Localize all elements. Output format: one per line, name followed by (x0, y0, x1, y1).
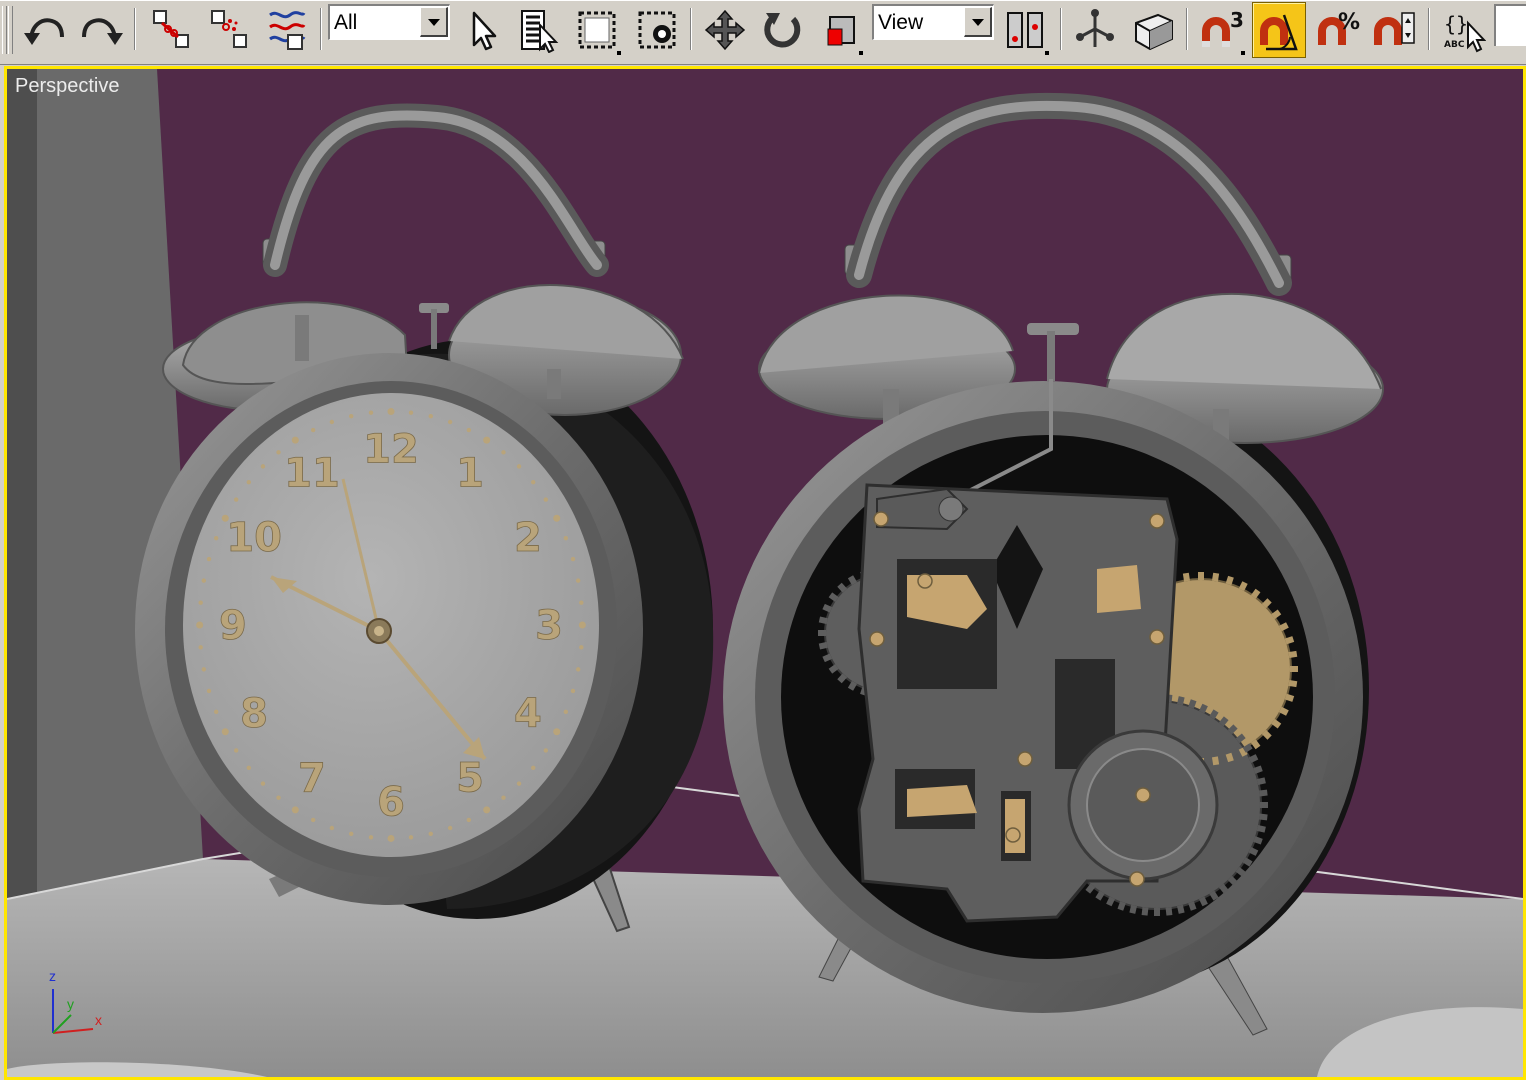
toolbar-separator-4 (1060, 8, 1062, 50)
hour-numeral: 8 (240, 691, 268, 737)
select-and-manipulate-button[interactable] (1068, 2, 1122, 58)
select-and-link-button[interactable] (144, 2, 198, 58)
named-selection-icon: {} ABC (1444, 12, 1486, 53)
selection-filter-value: All (334, 11, 358, 34)
hour-numeral: 3 (535, 603, 563, 649)
axis-z-label: z (49, 968, 56, 984)
keyboard-shortcut-override-button[interactable] (1126, 2, 1180, 58)
pivot-center-icon (1007, 12, 1043, 48)
main-toolbar: All View 3 % {} ABC (0, 0, 1526, 65)
spinner-snap-toggle-button[interactable] (1368, 2, 1422, 58)
reference-coordinate-system-value: View (878, 11, 924, 34)
viewport-label[interactable]: Perspective (15, 75, 120, 98)
hour-numeral: 9 (219, 603, 247, 649)
toolbar-separator-3 (690, 8, 692, 50)
unlink-icon (211, 10, 247, 48)
toolbar-separator-2 (320, 8, 322, 50)
svg-text:ABC: ABC (1444, 40, 1465, 50)
select-and-scale-button[interactable] (812, 2, 866, 58)
undo-button[interactable] (18, 2, 72, 58)
select-by-name-button[interactable] (512, 2, 566, 58)
spinner-snap-icon (1374, 12, 1415, 45)
rect-region-icon (578, 11, 616, 49)
scene-render: 12 12 3 45 6 78 9 1011 z x y (7, 69, 1523, 1077)
redo-icon (82, 18, 123, 45)
snap-magnet-icon: 3 (1202, 8, 1244, 47)
hour-numeral: 7 (298, 756, 326, 802)
hour-numeral: 12 (363, 427, 419, 473)
window-crossing-button[interactable] (630, 2, 684, 58)
named-selection-sets-field[interactable] (1494, 4, 1526, 46)
chevron-down-icon-2[interactable] (964, 7, 992, 37)
redo-button[interactable] (74, 2, 128, 58)
undo-icon (24, 18, 64, 45)
svg-text:3: 3 (1230, 8, 1244, 32)
hour-numeral: 2 (514, 515, 542, 561)
toolbar-grip-2[interactable] (8, 6, 13, 54)
selection-filter-dropdown[interactable]: All (328, 4, 450, 40)
move-icon (704, 9, 746, 51)
chevron-down-icon[interactable] (420, 7, 448, 37)
unlink-selection-button[interactable] (202, 2, 256, 58)
link-icon (153, 10, 189, 48)
rotate-icon (764, 13, 801, 48)
perspective-viewport[interactable]: 12 1 2 3 4 5 6 7 8 9 10 11 z x y Perspec… (4, 66, 1526, 1080)
toolbar-separator (134, 8, 136, 50)
space-warp-icon (269, 11, 306, 50)
svg-text:{}: {} (1444, 12, 1468, 36)
edit-named-selection-sets-button[interactable]: {} ABC (1436, 2, 1490, 58)
hour-numeral: 11 (284, 450, 340, 496)
use-pivot-point-center-button[interactable] (998, 2, 1052, 58)
bind-to-space-warp-button[interactable] (260, 2, 314, 58)
hour-numeral: 1 (456, 450, 484, 496)
toolbar-separator-6 (1428, 8, 1430, 50)
snaps-toggle-button[interactable]: 3 (1194, 2, 1248, 58)
left-wall-shadow (7, 69, 37, 909)
toolbar-separator-5 (1186, 8, 1188, 50)
manipulate-icon (1076, 9, 1114, 47)
arrow-cursor-icon (472, 11, 497, 51)
rectangular-selection-region-button[interactable] (570, 2, 624, 58)
svg-text:%: % (1338, 10, 1360, 35)
reference-coordinate-system-dropdown[interactable]: View (872, 4, 994, 40)
axis-x-label: x (95, 1012, 102, 1028)
select-and-move-button[interactable] (698, 2, 752, 58)
hour-numeral: 4 (514, 691, 542, 737)
percent-snap-toggle-button[interactable]: % (1310, 2, 1364, 58)
select-object-button[interactable] (456, 2, 510, 58)
toolbar-grip[interactable] (2, 6, 7, 54)
window-crossing-icon (638, 11, 676, 49)
keyboard-override-icon (1135, 13, 1173, 51)
hour-numeral: 10 (226, 515, 282, 561)
percent-snap-icon: % (1318, 10, 1360, 45)
select-and-rotate-button[interactable] (756, 2, 810, 58)
angle-snap-toggle-button[interactable] (1252, 2, 1306, 58)
hour-numeral: 5 (456, 756, 484, 802)
select-by-name-icon (521, 10, 559, 53)
angle-snap-icon (1260, 14, 1298, 51)
axis-y-label: y (67, 996, 74, 1012)
scale-icon (827, 16, 855, 46)
hour-numeral: 6 (377, 779, 405, 825)
